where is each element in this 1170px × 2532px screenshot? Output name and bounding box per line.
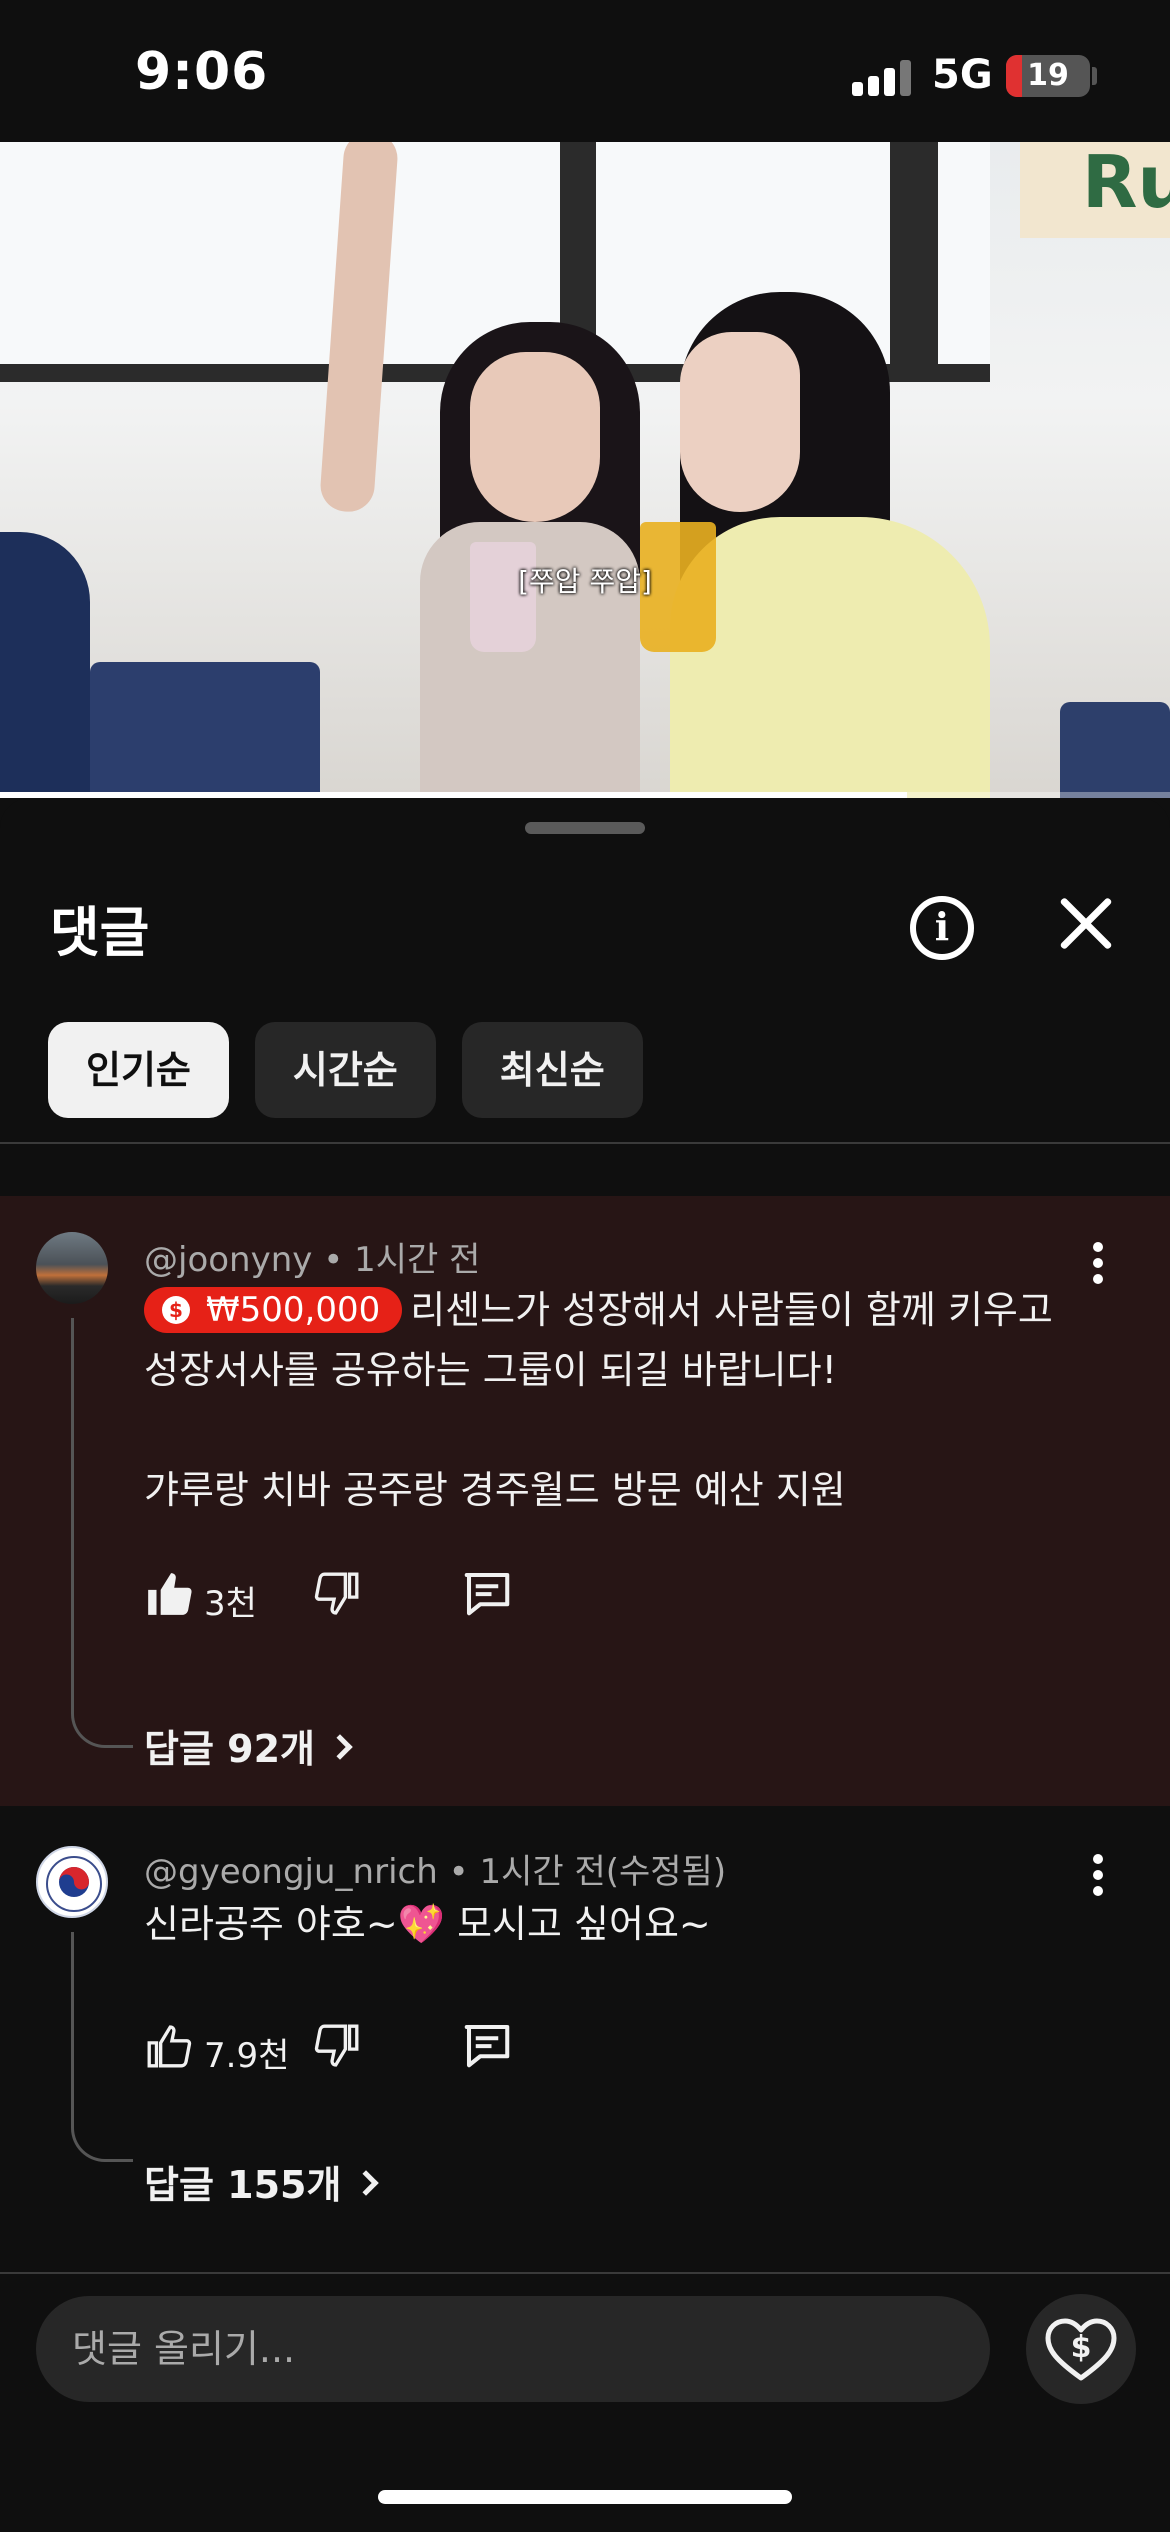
video-scene-sign: Ru — [1020, 142, 1170, 238]
status-bar: 9:06 5G 19 — [0, 0, 1170, 142]
composer-divider — [0, 2272, 1170, 2274]
like-icon[interactable] — [144, 2018, 194, 2078]
battery-tip — [1092, 67, 1097, 85]
avatar[interactable] — [36, 1232, 108, 1304]
battery-icon: 19 — [1006, 55, 1090, 97]
close-icon[interactable] — [1056, 894, 1116, 954]
like-icon[interactable] — [144, 1566, 194, 1626]
cellular-signal-icon — [852, 60, 912, 96]
sort-chip-timestamp[interactable]: 시간순 — [254, 1022, 436, 1118]
replies-count: 답글 92개 — [144, 1727, 315, 1771]
comment-author[interactable]: @gyeongju_nrich — [144, 1852, 438, 1892]
chips-divider — [0, 1142, 1170, 1144]
video-player[interactable]: Ru [쭈압 쭈압] — [0, 142, 1170, 798]
comment-text-line: 성장서사를 공유하는 그룹이 되길 바랍니다! — [144, 1348, 837, 1392]
dislike-icon[interactable] — [312, 1566, 362, 1626]
super-thanks-button[interactable]: $ — [1026, 2294, 1136, 2404]
video-scene-bag — [1060, 702, 1170, 798]
thread-line — [71, 1318, 133, 1748]
dislike-icon[interactable] — [312, 2018, 362, 2078]
chevron-right-icon — [327, 1734, 353, 1760]
view-replies-link[interactable]: 답글 155개 — [144, 2154, 380, 2209]
like-count: 7.9천 — [204, 2036, 290, 2076]
comment-actions: 3천 — [144, 1566, 604, 1626]
info-icon[interactable]: i — [910, 896, 974, 960]
comment-item: @gyeongju_nrich • 1시간 전(수정됨) 신라공주 야호~💖 모… — [0, 1808, 1170, 2248]
drag-handle[interactable] — [525, 822, 645, 834]
meta-separator: • — [448, 1852, 480, 1892]
emblem-icon — [46, 1856, 102, 1912]
comment-time: 1시간 전 — [354, 1240, 481, 1280]
svg-text:$: $ — [1071, 2330, 1092, 2365]
view-replies-link[interactable]: 답글 92개 — [144, 1718, 353, 1773]
comment-text-line: 리센느가 성장해서 사람들이 함께 키우고 — [410, 1288, 1053, 1332]
heart-dollar-icon: $ — [1045, 2318, 1117, 2381]
comment-input[interactable] — [36, 2296, 990, 2402]
comments-sheet: 댓글 i 인기순 시간순 최신순 @joonyny • 1시간 전 $ ₩500,… — [0, 798, 1170, 2532]
reply-icon[interactable] — [460, 2018, 514, 2078]
comment-item: @joonyny • 1시간 전 $ ₩500,000 리센느가 성장해서 사람들이… — [0, 1196, 1170, 1806]
thread-line — [71, 1932, 133, 2162]
comment-text-line: 갸루랑 치바 공주랑 경주월드 방문 예산 지원 — [144, 1468, 846, 1512]
video-subtitle: [쭈압 쭈압] — [518, 565, 652, 598]
chevron-right-icon — [353, 2170, 380, 2196]
status-time: 9:06 — [135, 42, 269, 102]
home-indicator — [378, 2490, 792, 2504]
comment-text: 신라공주 야호~💖 모시고 싶어요~ — [144, 1902, 711, 1946]
battery-percent: 19 — [1027, 58, 1069, 93]
reply-icon[interactable] — [460, 1566, 514, 1626]
comment-text: $ ₩500,000 리센느가 성장해서 사람들이 함께 키우고 성장서사를 공유하… — [144, 1280, 1104, 1520]
comment-time: 1시간 전(수정됨) — [479, 1852, 727, 1892]
video-scene-bag — [90, 662, 320, 798]
avatar[interactable] — [36, 1846, 108, 1918]
sort-chip-newest[interactable]: 최신순 — [461, 1022, 643, 1118]
super-thanks-badge: $ ₩500,000 — [144, 1287, 403, 1333]
meta-separator: • — [323, 1240, 355, 1280]
replies-count: 답글 155개 — [144, 2163, 342, 2207]
comment-author[interactable]: @joonyny — [144, 1240, 312, 1280]
comment-actions: 7.9천 — [144, 2018, 604, 2078]
comment-meta: @joonyny • 1시간 전 — [144, 1232, 480, 1281]
super-thanks-icon: $ — [162, 1296, 190, 1324]
sort-chip-popular[interactable]: 인기순 — [48, 1022, 229, 1118]
comments-title: 댓글 — [50, 901, 150, 964]
sort-chips: 인기순 시간순 최신순 — [48, 1022, 643, 1118]
network-type: 5G — [932, 52, 993, 98]
like-count: 3천 — [204, 1584, 257, 1624]
donation-amount: ₩500,000 — [206, 1290, 381, 1330]
comment-meta: @gyeongju_nrich • 1시간 전(수정됨) — [144, 1844, 726, 1893]
